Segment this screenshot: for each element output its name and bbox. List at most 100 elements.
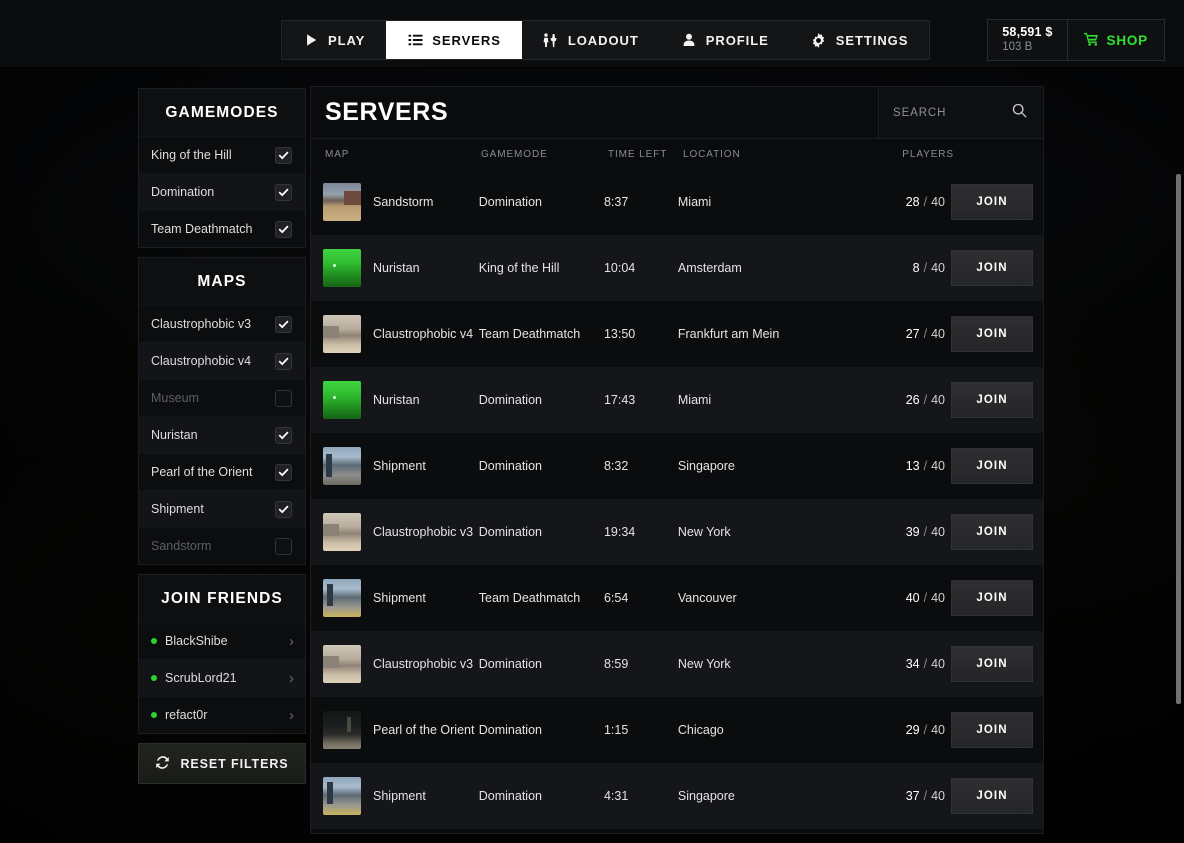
cell-join: JOIN bbox=[951, 184, 1043, 220]
checkbox-checked-icon[interactable] bbox=[275, 501, 292, 518]
join-button[interactable]: JOIN bbox=[951, 316, 1033, 352]
checkbox-checked-icon[interactable] bbox=[275, 464, 292, 481]
table-row[interactable]: Claustrophobic v3 Domination 19:34 New Y… bbox=[311, 499, 1043, 565]
cell-players: 29/40 bbox=[857, 723, 951, 737]
search-input[interactable] bbox=[893, 107, 1003, 119]
nav-item-loadout[interactable]: LOADOUT bbox=[522, 21, 660, 59]
cell-time-left: 4:31 bbox=[604, 789, 678, 803]
gamemodes-title: GAMEMODES bbox=[139, 89, 305, 136]
cell-gamemode: Domination bbox=[479, 195, 604, 209]
join-button[interactable]: JOIN bbox=[951, 184, 1033, 220]
players-current: 39 bbox=[906, 525, 920, 539]
join-button[interactable]: JOIN bbox=[951, 712, 1033, 748]
friend-row[interactable]: ScrubLord21 › bbox=[139, 659, 305, 696]
filter-row-nuristan[interactable]: Nuristan bbox=[139, 416, 305, 453]
friend-row[interactable]: BlackShibe › bbox=[139, 622, 305, 659]
friend-name: BlackShibe bbox=[165, 634, 281, 648]
chevron-right-icon[interactable]: › bbox=[289, 708, 294, 723]
friends-panel: JOIN FRIENDS BlackShibe › ScrubLord21 › … bbox=[138, 574, 306, 734]
filter-row-domination[interactable]: Domination bbox=[139, 173, 305, 210]
cell-gamemode: Team Deathmatch bbox=[479, 591, 604, 605]
chevron-right-icon[interactable]: › bbox=[289, 671, 294, 686]
players-current: 8 bbox=[913, 261, 920, 275]
players-max: 40 bbox=[931, 459, 945, 473]
table-row[interactable]: Nuristan King of the Hill 10:04 Amsterda… bbox=[311, 235, 1043, 301]
nav-item-profile[interactable]: PROFILE bbox=[660, 21, 790, 59]
players-max: 40 bbox=[931, 723, 945, 737]
join-button[interactable]: JOIN bbox=[951, 778, 1033, 814]
servers-scrollbar[interactable] bbox=[1176, 88, 1181, 834]
checkbox-unchecked-icon[interactable] bbox=[275, 390, 292, 407]
table-row[interactable]: Claustrophobic v3 Domination 8:59 New Yo… bbox=[311, 631, 1043, 697]
search-icon[interactable] bbox=[1012, 103, 1027, 123]
checkbox-checked-icon[interactable] bbox=[275, 221, 292, 238]
nav-item-play[interactable]: PLAY bbox=[282, 21, 386, 59]
join-button[interactable]: JOIN bbox=[951, 250, 1033, 286]
players-max: 40 bbox=[931, 789, 945, 803]
filter-row-museum[interactable]: Museum bbox=[139, 379, 305, 416]
shop-button[interactable]: SHOP bbox=[1068, 20, 1164, 60]
join-button[interactable]: JOIN bbox=[951, 646, 1033, 682]
cart-icon bbox=[1084, 32, 1099, 49]
search-box[interactable] bbox=[878, 87, 1043, 138]
play-icon bbox=[303, 32, 319, 48]
players-max: 40 bbox=[931, 195, 945, 209]
refresh-icon bbox=[155, 755, 170, 773]
filter-row-team-deathmatch[interactable]: Team Deathmatch bbox=[139, 210, 305, 247]
column-header-time-left: TIME LEFT bbox=[608, 149, 683, 160]
chevron-right-icon[interactable]: › bbox=[289, 634, 294, 649]
cell-players: 34/40 bbox=[857, 657, 951, 671]
filter-row-shipment[interactable]: Shipment bbox=[139, 490, 305, 527]
online-status-icon bbox=[151, 712, 157, 718]
table-row[interactable]: Pearl of the Orient Domination 1:15 Chic… bbox=[311, 697, 1043, 763]
map-thumbnail bbox=[323, 513, 361, 551]
friend-row[interactable]: refact0r › bbox=[139, 696, 305, 733]
nav-item-servers[interactable]: SERVERS bbox=[386, 21, 522, 59]
map-name: Shipment bbox=[373, 459, 426, 473]
table-row[interactable]: Nuristan Domination 17:43 Miami 26/40 JO… bbox=[311, 367, 1043, 433]
checkbox-checked-icon[interactable] bbox=[275, 353, 292, 370]
filter-label: Nuristan bbox=[151, 428, 198, 442]
reset-filters-button[interactable]: RESET FILTERS bbox=[138, 743, 306, 784]
filter-row-claustrophobic-v3[interactable]: Claustrophobic v3 bbox=[139, 305, 305, 342]
servers-header: SERVERS bbox=[311, 87, 1043, 139]
scrollbar-thumb[interactable] bbox=[1176, 174, 1181, 704]
table-row[interactable]: Sandstorm Domination 8:37 Miami 28/40 JO… bbox=[311, 169, 1043, 235]
filter-label: Sandstorm bbox=[151, 539, 211, 553]
checkbox-checked-icon[interactable] bbox=[275, 184, 292, 201]
join-button[interactable]: JOIN bbox=[951, 514, 1033, 550]
checkbox-checked-icon[interactable] bbox=[275, 427, 292, 444]
filter-label: King of the Hill bbox=[151, 148, 232, 162]
map-name: Claustrophobic v4 bbox=[373, 327, 473, 341]
checkbox-unchecked-icon[interactable] bbox=[275, 538, 292, 555]
join-button[interactable]: JOIN bbox=[951, 580, 1033, 616]
map-thumbnail bbox=[323, 777, 361, 815]
nav-item-label: PLAY bbox=[328, 33, 365, 48]
cell-join: JOIN bbox=[951, 514, 1043, 550]
column-header-location: LOCATION bbox=[683, 149, 865, 160]
filter-row-king-of-the-hill[interactable]: King of the Hill bbox=[139, 136, 305, 173]
table-row[interactable]: Claustrophobic v4 Team Deathmatch 13:50 … bbox=[311, 301, 1043, 367]
table-row[interactable]: Shipment Team Deathmatch 6:54 Vancouver … bbox=[311, 565, 1043, 631]
filter-row-claustrophobic-v4[interactable]: Claustrophobic v4 bbox=[139, 342, 305, 379]
map-name: Nuristan bbox=[373, 261, 420, 275]
checkbox-checked-icon[interactable] bbox=[275, 316, 292, 333]
cell-time-left: 19:34 bbox=[604, 525, 678, 539]
map-thumbnail bbox=[323, 183, 361, 221]
table-row[interactable]: Shipment Domination 8:32 Singapore 13/40… bbox=[311, 433, 1043, 499]
cell-map: Claustrophobic v3 bbox=[311, 513, 479, 551]
join-button[interactable]: JOIN bbox=[951, 382, 1033, 418]
column-headers: MAP GAMEMODE TIME LEFT LOCATION PLAYERS bbox=[311, 139, 1043, 169]
table-row[interactable]: Shipment Domination 4:31 Singapore 37/40… bbox=[311, 763, 1043, 829]
map-thumbnail bbox=[323, 579, 361, 617]
wallet: 58,591 $ 103 B SHOP bbox=[987, 19, 1165, 61]
nav-item-settings[interactable]: SETTINGS bbox=[790, 21, 930, 59]
map-thumbnail bbox=[323, 315, 361, 353]
players-current: 29 bbox=[906, 723, 920, 737]
checkbox-checked-icon[interactable] bbox=[275, 147, 292, 164]
players-current: 28 bbox=[906, 195, 920, 209]
filter-row-pearl-of-the-orient[interactable]: Pearl of the Orient bbox=[139, 453, 305, 490]
reset-filters-label: RESET FILTERS bbox=[180, 757, 288, 771]
filter-row-sandstorm[interactable]: Sandstorm bbox=[139, 527, 305, 564]
join-button[interactable]: JOIN bbox=[951, 448, 1033, 484]
